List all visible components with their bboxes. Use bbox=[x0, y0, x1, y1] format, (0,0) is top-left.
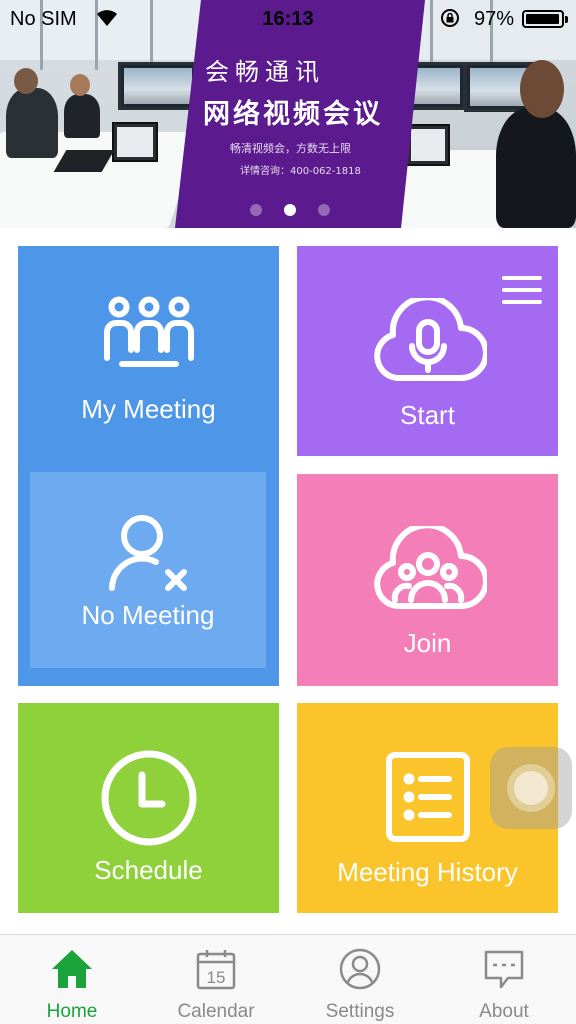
no-meeting-label: No Meeting bbox=[81, 600, 215, 630]
start-label: Start bbox=[400, 400, 455, 430]
start-meeting-tile[interactable]: Start bbox=[297, 246, 558, 456]
my-meeting-label: My Meeting bbox=[81, 394, 216, 424]
cloud-people-icon bbox=[374, 526, 487, 609]
join-label: Join bbox=[403, 628, 452, 658]
battery-icon bbox=[522, 10, 568, 28]
tab-calendar-label: Calendar bbox=[177, 1001, 255, 1022]
calendar-day-number: 15 bbox=[207, 968, 226, 987]
tab-home[interactable]: Home bbox=[0, 935, 144, 1024]
tab-about-label: About bbox=[479, 1001, 529, 1022]
schedule-label: Schedule bbox=[94, 855, 203, 885]
status-bar: No SIM 16:13 97% bbox=[0, 0, 576, 38]
hamburger-menu-icon[interactable] bbox=[501, 274, 543, 306]
user-circle-icon bbox=[339, 948, 381, 990]
page-dot-2[interactable] bbox=[284, 204, 296, 216]
join-meeting-tile[interactable]: Join bbox=[297, 474, 558, 686]
assistive-touch-button[interactable] bbox=[490, 747, 572, 829]
chat-bubble-icon bbox=[484, 950, 524, 989]
my-meeting-tile[interactable]: My Meeting No Meeting bbox=[18, 246, 279, 686]
tab-calendar[interactable]: 15 Calendar bbox=[144, 935, 288, 1024]
tab-home-label: Home bbox=[46, 1001, 98, 1022]
user-remove-icon bbox=[109, 515, 187, 591]
tab-settings-label: Settings bbox=[325, 1001, 395, 1022]
page-dot-3[interactable] bbox=[318, 204, 330, 216]
battery-percent: 97% bbox=[474, 8, 515, 30]
schedule-tile[interactable]: Schedule bbox=[18, 703, 279, 913]
promo-subtitle: 畅清视频会，方数无上限 bbox=[230, 142, 351, 155]
home-icon bbox=[52, 950, 92, 988]
meeting-history-label: Meeting History bbox=[337, 857, 518, 887]
page-dot-1[interactable] bbox=[250, 204, 262, 216]
tab-about[interactable]: About bbox=[432, 935, 576, 1024]
promo-contact: 详情咨询：400-062-1818 bbox=[240, 166, 361, 177]
list-icon bbox=[386, 752, 470, 842]
promo-title: 会畅通讯 bbox=[205, 58, 325, 86]
cloud-microphone-icon bbox=[374, 298, 487, 381]
banner-page-indicator[interactable] bbox=[250, 204, 330, 216]
promo-headline: 网络视频会议 bbox=[203, 99, 383, 130]
no-meeting-panel: No Meeting bbox=[30, 472, 266, 668]
tab-bar: Home 15 Calendar Settings About bbox=[0, 934, 576, 1024]
tab-settings[interactable]: Settings bbox=[288, 935, 432, 1024]
calendar-icon: 15 bbox=[196, 950, 236, 990]
rotation-lock-icon bbox=[441, 9, 459, 27]
group-icon bbox=[104, 296, 194, 367]
clock-icon bbox=[101, 750, 197, 846]
